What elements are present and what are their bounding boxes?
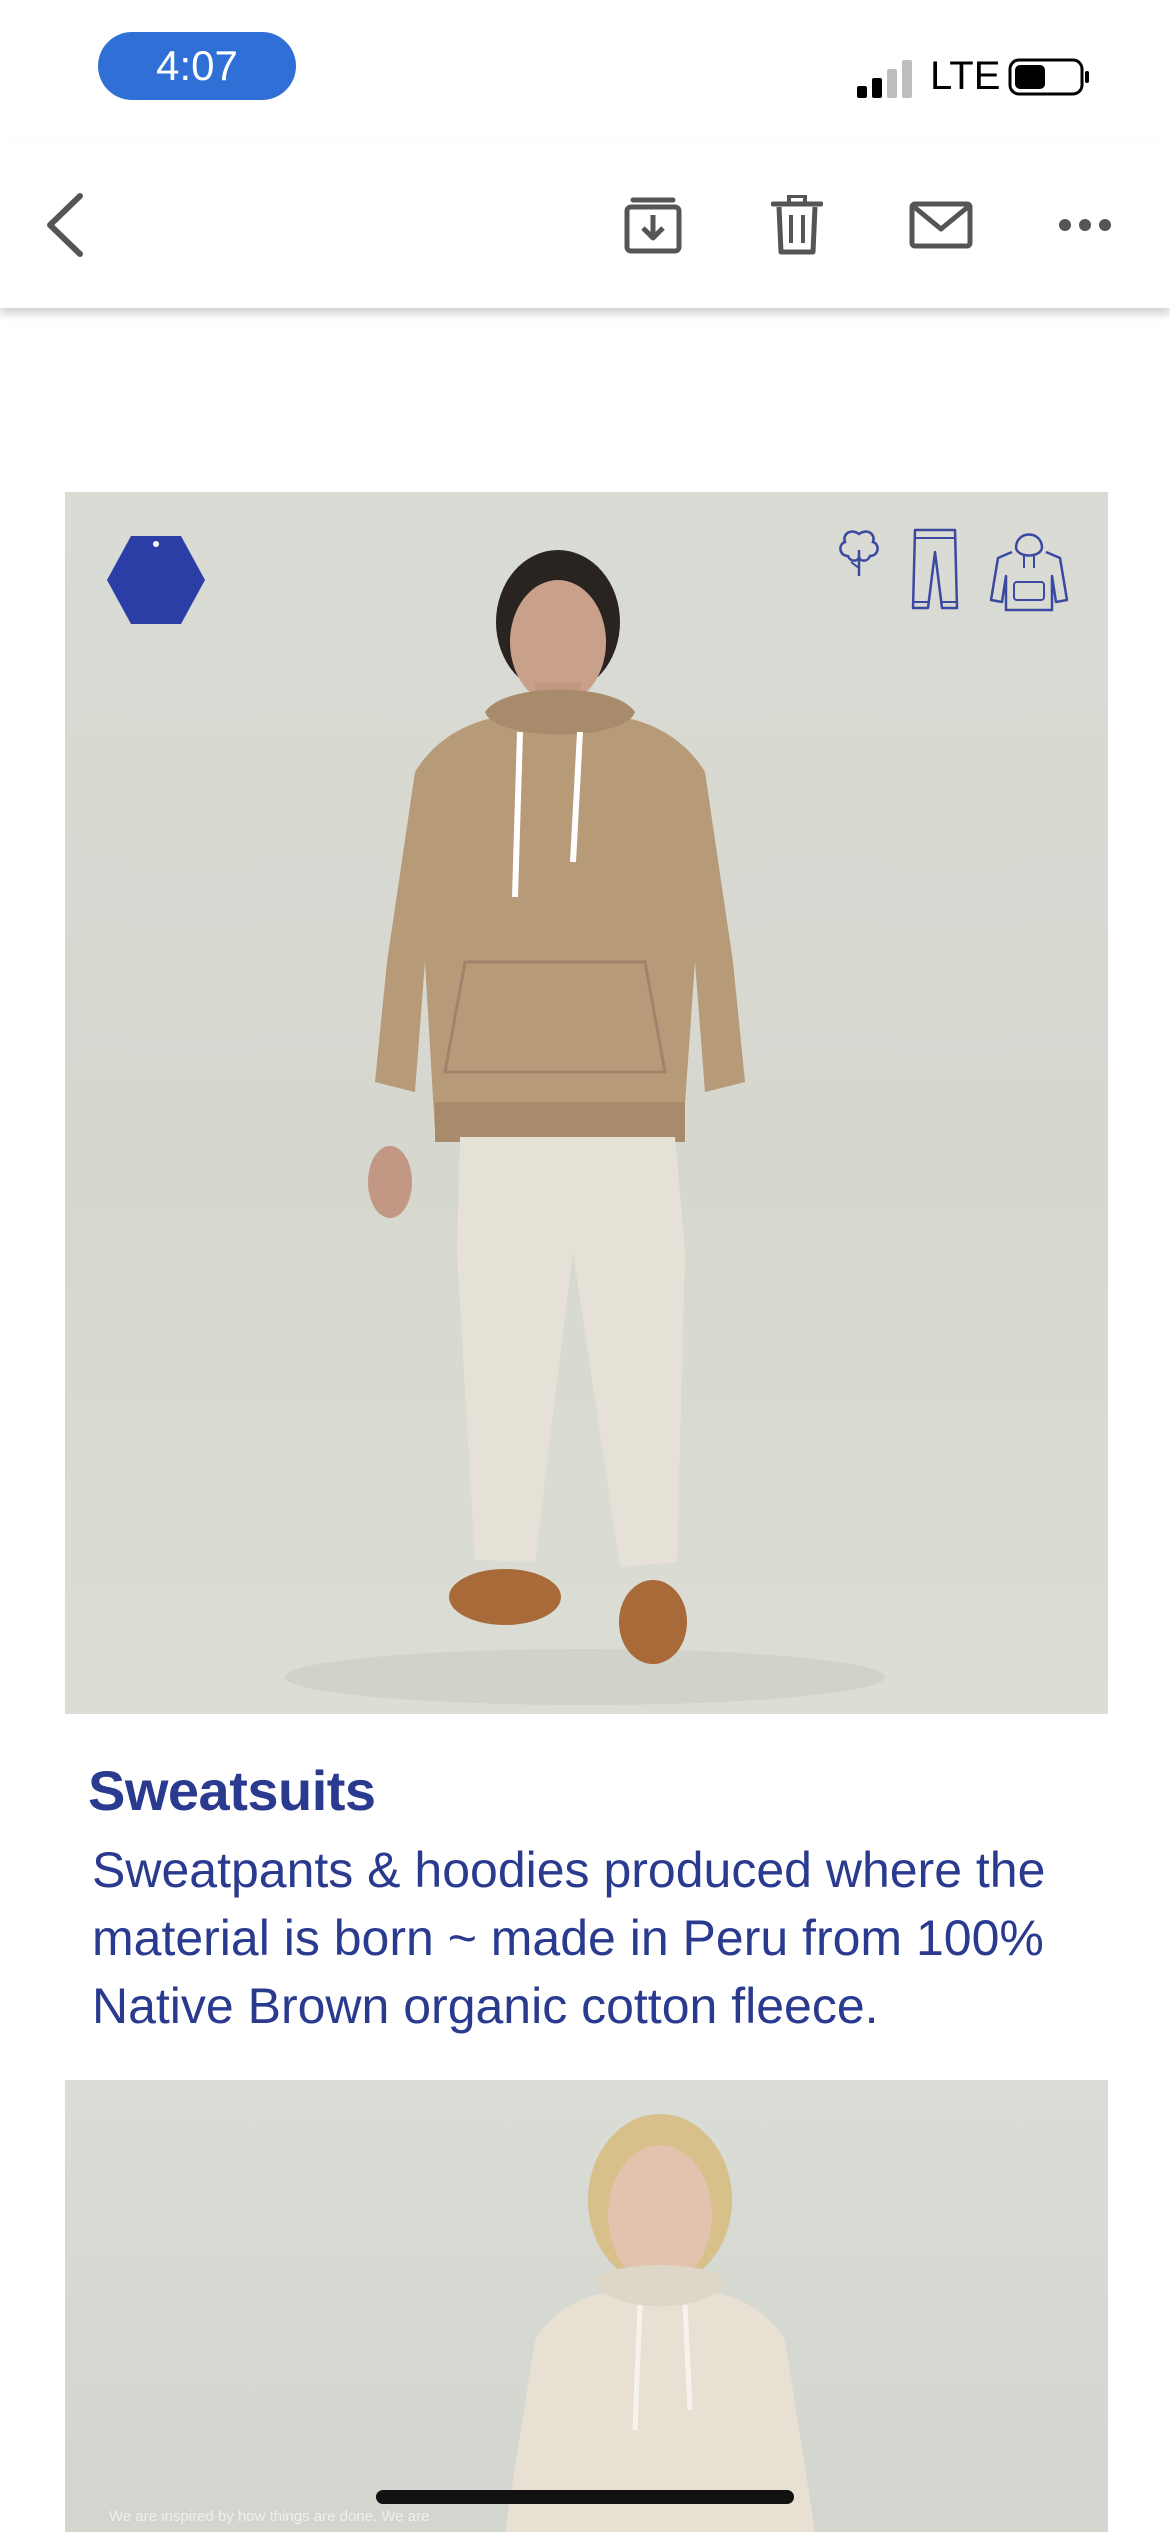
model-hoodie-photo: [285, 550, 885, 1705]
hero-image-sweatsuit[interactable]: [65, 492, 1108, 1714]
chevron-left-icon: [47, 193, 83, 257]
section-title: Sweatsuits: [88, 1759, 376, 1822]
envelope-icon: [909, 201, 973, 249]
mail-button[interactable]: [906, 190, 976, 260]
mail-toolbar: [0, 140, 1170, 308]
signal-strength-icon: [857, 60, 912, 98]
section-description: Sweatpants & hoodies produced where the …: [92, 1842, 1046, 2034]
archive-icon: [624, 197, 682, 254]
email-body: Sweatsuits Sweatpants & hoodies produced…: [0, 308, 1170, 2532]
home-indicator[interactable]: [376, 2490, 794, 2504]
delete-button[interactable]: [762, 190, 832, 260]
archive-button[interactable]: [618, 190, 688, 260]
status-time[interactable]: 4:07: [98, 32, 296, 100]
battery-icon: [1008, 58, 1089, 96]
model-second-photo: [505, 2114, 815, 2532]
more-options-button[interactable]: [1050, 190, 1120, 260]
image-caption: We are inspired by how things are done. …: [109, 2508, 430, 2525]
more-horizontal-icon: [1059, 219, 1111, 231]
carrier-label: LTE: [930, 54, 1001, 98]
trash-icon: [771, 195, 823, 255]
hero-image-second[interactable]: We are inspired by how things are done. …: [65, 2080, 1108, 2532]
back-button[interactable]: [30, 190, 100, 260]
status-bar: 4:07 LTE: [0, 0, 1170, 140]
